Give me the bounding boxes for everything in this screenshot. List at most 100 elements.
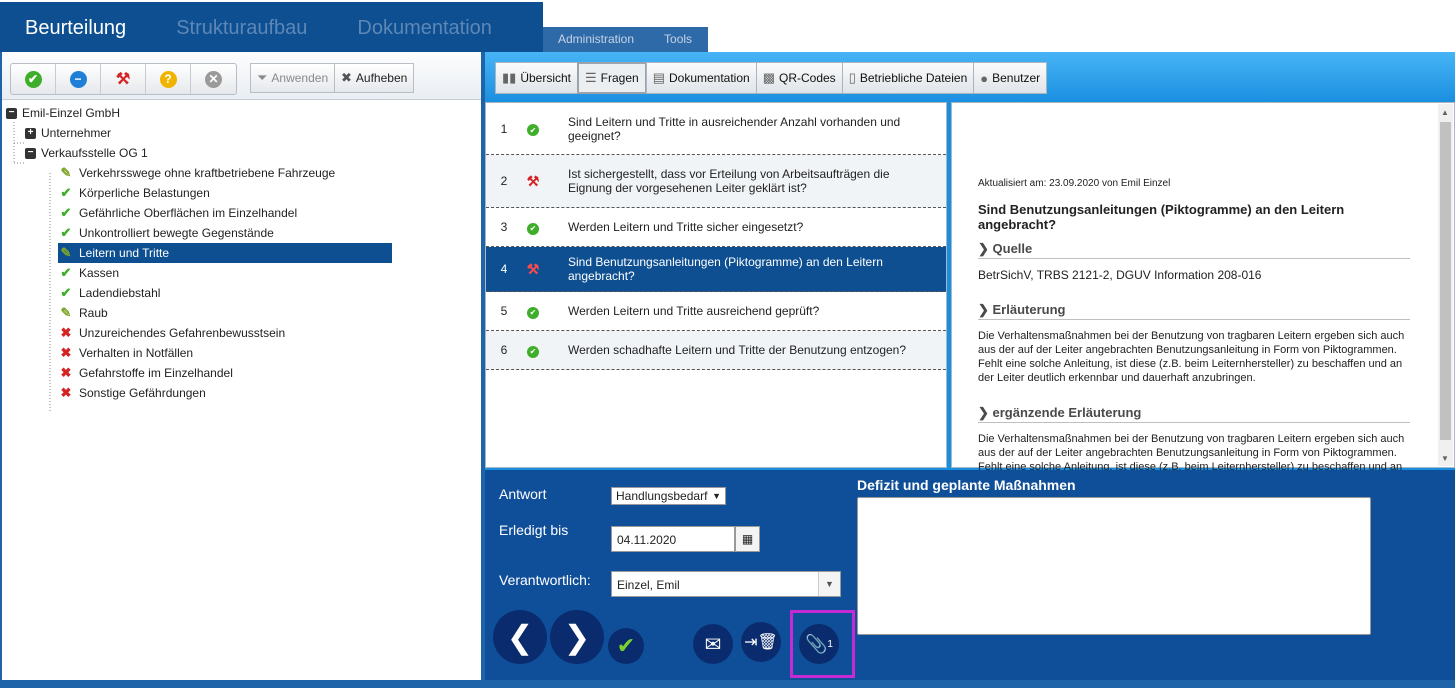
set-action-button[interactable]: ⚒: [101, 64, 146, 94]
tab-beurteilung[interactable]: Beurteilung: [0, 2, 151, 52]
tree-node-root[interactable]: − Emil-Einzel GmbH: [6, 103, 122, 123]
due-date-input[interactable]: 04.11.2020: [611, 526, 735, 552]
scroll-down-icon[interactable]: ▼: [1441, 454, 1449, 463]
answer-select[interactable]: Handlungsbedarf ▼: [611, 487, 726, 505]
filter-icon: ⏷: [257, 70, 268, 85]
detail-title: Sind Benutzungsanleitungen (Piktogramme)…: [978, 202, 1345, 232]
expand-icon[interactable]: +: [25, 127, 36, 139]
tree-item[interactable]: ✔ Ladendiebstahl: [58, 283, 162, 303]
tree-item-label: Verhalten in Notfällen: [79, 346, 194, 360]
explanation-heading[interactable]: ❯ Erläuterung: [978, 302, 1410, 320]
paperclip-icon: 📎: [805, 633, 828, 654]
tab-administration[interactable]: Administration: [543, 27, 649, 52]
chevron-down-icon: ❯: [978, 241, 993, 256]
tree-item-label: Sonstige Gefährdungen: [79, 386, 206, 400]
tree-item[interactable]: ✖ Gefahrstoffe im Einzelhandel: [58, 363, 235, 383]
source-heading-label: Quelle: [992, 241, 1033, 256]
chart-icon: ▮▮: [502, 70, 517, 85]
due-label: Erledigt bis: [499, 522, 569, 538]
responsible-combo[interactable]: Einzel, Emil ▼: [611, 571, 841, 597]
attachment-button[interactable]: 📎 1: [799, 624, 839, 664]
move-to-trash-button[interactable]: ⇥🗑: [741, 622, 781, 662]
answer-value: Handlungsbedarf: [616, 489, 708, 503]
tree-item-label: Kassen: [79, 266, 120, 280]
tree-item[interactable]: ✖ Sonstige Gefährdungen: [58, 383, 208, 403]
source-heading[interactable]: ❯ Quelle: [978, 241, 1410, 259]
tab-übersicht[interactable]: ▮▮ Übersicht: [495, 62, 578, 94]
responsible-label: Verantwortlich:: [499, 572, 591, 588]
set-ok-button[interactable]: ✔: [11, 64, 56, 94]
tree-item-label: Leitern und Tritte: [79, 246, 170, 260]
check-icon: ✔: [616, 633, 636, 658]
tree-node-verkaufsstelle[interactable]: − Verkaufsstelle OG 1: [25, 143, 150, 163]
extra-heading[interactable]: ❯ ergänzende Erläuterung: [978, 405, 1410, 423]
tree-item[interactable]: ✎ Leitern und Tritte: [58, 243, 392, 263]
tree-root-label: Emil-Einzel GmbH: [22, 106, 121, 120]
tab-dokumentation[interactable]: ▤ Dokumentation: [645, 62, 757, 94]
deficit-label: Defizit und geplante Maßnahmen: [857, 477, 1076, 493]
check-icon: ✔: [60, 185, 72, 200]
right-toolbar: ▮▮ Übersicht ☰ Fragen ▤ Dokumentation ▩ QR-Code…: [485, 52, 1455, 102]
tree-item[interactable]: ✔ Unkontrolliert bewegte Gegenstände: [58, 223, 276, 243]
check-icon: ✔: [522, 219, 544, 235]
tab-dokumentation[interactable]: Dokumentation: [332, 2, 517, 52]
tree-item[interactable]: ✎ Verkehrsswege ohne kraftbetriebene Fahr…: [58, 163, 337, 183]
tab-fragen[interactable]: ☰ Fragen: [577, 62, 647, 94]
tab-label: Betriebliche Dateien: [859, 71, 968, 85]
tree-item-label: Raub: [79, 306, 108, 320]
detail-scrollbar[interactable]: ▲ ▼: [1438, 104, 1453, 466]
tab-qr-codes[interactable]: ▩ QR-Codes: [755, 62, 843, 94]
tree-item[interactable]: ✖ Unzureichendes Gefahrenbewusstsein: [58, 323, 287, 343]
reset-label: Aufheben: [355, 71, 408, 85]
main-tabs: Beurteilung Strukturaufbau Dokumentation: [0, 2, 543, 52]
previous-button[interactable]: ❮: [493, 610, 547, 664]
scroll-up-icon[interactable]: ▲: [1441, 108, 1449, 117]
next-button[interactable]: ❯: [550, 610, 604, 664]
pencil-icon: ✎: [60, 165, 72, 180]
deficit-textarea[interactable]: [857, 497, 1371, 635]
chevron-right-icon: ❯: [563, 619, 591, 655]
question-row[interactable]: 2 ⚒ Ist sichergestellt, dass vor Erteilung…: [486, 155, 946, 208]
chevron-down-icon[interactable]: ▼: [818, 572, 840, 596]
question-row[interactable]: 4 ⚒ Sind Benutzungsanleitungen (Piktogramm…: [486, 247, 946, 292]
collapse-icon[interactable]: −: [6, 107, 17, 119]
scrollbar-thumb[interactable]: [1440, 122, 1451, 440]
question-number: 1: [500, 121, 508, 136]
question-detail: Aktualisiert am: 23.09.2020 von Emil Ein…: [951, 102, 1455, 487]
question-text: Sind Leitern und Tritte in ausreichender…: [568, 114, 901, 143]
question-row[interactable]: 5 ✔ Werden Leitern und Tritte ausreichend …: [486, 292, 946, 331]
tree-item[interactable]: ✖ Verhalten in Notfällen: [58, 343, 195, 363]
set-cancel-button[interactable]: ✕: [191, 64, 236, 94]
tree-item-label: Gefährliche Oberflächen im Einzelhandel: [79, 206, 298, 220]
tree-item[interactable]: ✔ Körperliche Belastungen: [58, 183, 212, 203]
question-row[interactable]: 6 ✔ Werden schadhafte Leitern und Tritte d…: [486, 331, 946, 370]
tab-betriebliche-dateien[interactable]: ▯ Betriebliche Dateien: [841, 62, 975, 94]
question-row[interactable]: 1 ✔ Sind Leitern und Tritte in ausreichend…: [486, 103, 946, 155]
tree-node-unternehmer[interactable]: + Unternehmer: [25, 123, 113, 143]
wrench-icon: ⚒: [526, 260, 540, 277]
check-icon: ✔: [522, 342, 544, 358]
set-minus-button[interactable]: −: [56, 64, 101, 94]
left-pane: ✔ − ⚒ ? ✕ ⏷ Anwenden ✖ Aufheben − Emil-E…: [0, 52, 481, 680]
tree-item[interactable]: ✔ Kassen: [58, 263, 121, 283]
tree-item-label: Unkontrolliert bewegte Gegenstände: [79, 226, 274, 240]
tab-tools[interactable]: Tools: [649, 27, 707, 52]
question-number: 4: [500, 262, 508, 276]
tab-label: Benutzer: [992, 71, 1041, 85]
minus-icon: −: [69, 70, 87, 88]
email-button[interactable]: ✉: [693, 624, 733, 664]
tree-item[interactable]: ✔ Gefährliche Oberflächen im Einzelhandel: [58, 203, 299, 223]
tab-benutzer[interactable]: ● Benutzer: [973, 62, 1048, 94]
apply-filter-button[interactable]: ⏷ Anwenden: [250, 63, 336, 93]
calendar-icon[interactable]: ▦: [735, 526, 760, 552]
tab-strukturaufbau[interactable]: Strukturaufbau: [151, 2, 332, 52]
question-row[interactable]: 3 ✔ Werden Leitern und Tritte sicher einge…: [486, 208, 946, 247]
question-number: 5: [500, 304, 508, 318]
bottom-strip: [0, 680, 1455, 688]
confirm-button[interactable]: ✔: [608, 628, 644, 664]
collapse-icon[interactable]: −: [25, 147, 36, 159]
tree-item[interactable]: ✎ Raub: [58, 303, 110, 323]
set-question-button[interactable]: ?: [146, 64, 191, 94]
question-text: Werden schadhafte Leitern und Tritte der…: [568, 343, 907, 357]
reset-filter-button[interactable]: ✖ Aufheben: [334, 63, 415, 93]
